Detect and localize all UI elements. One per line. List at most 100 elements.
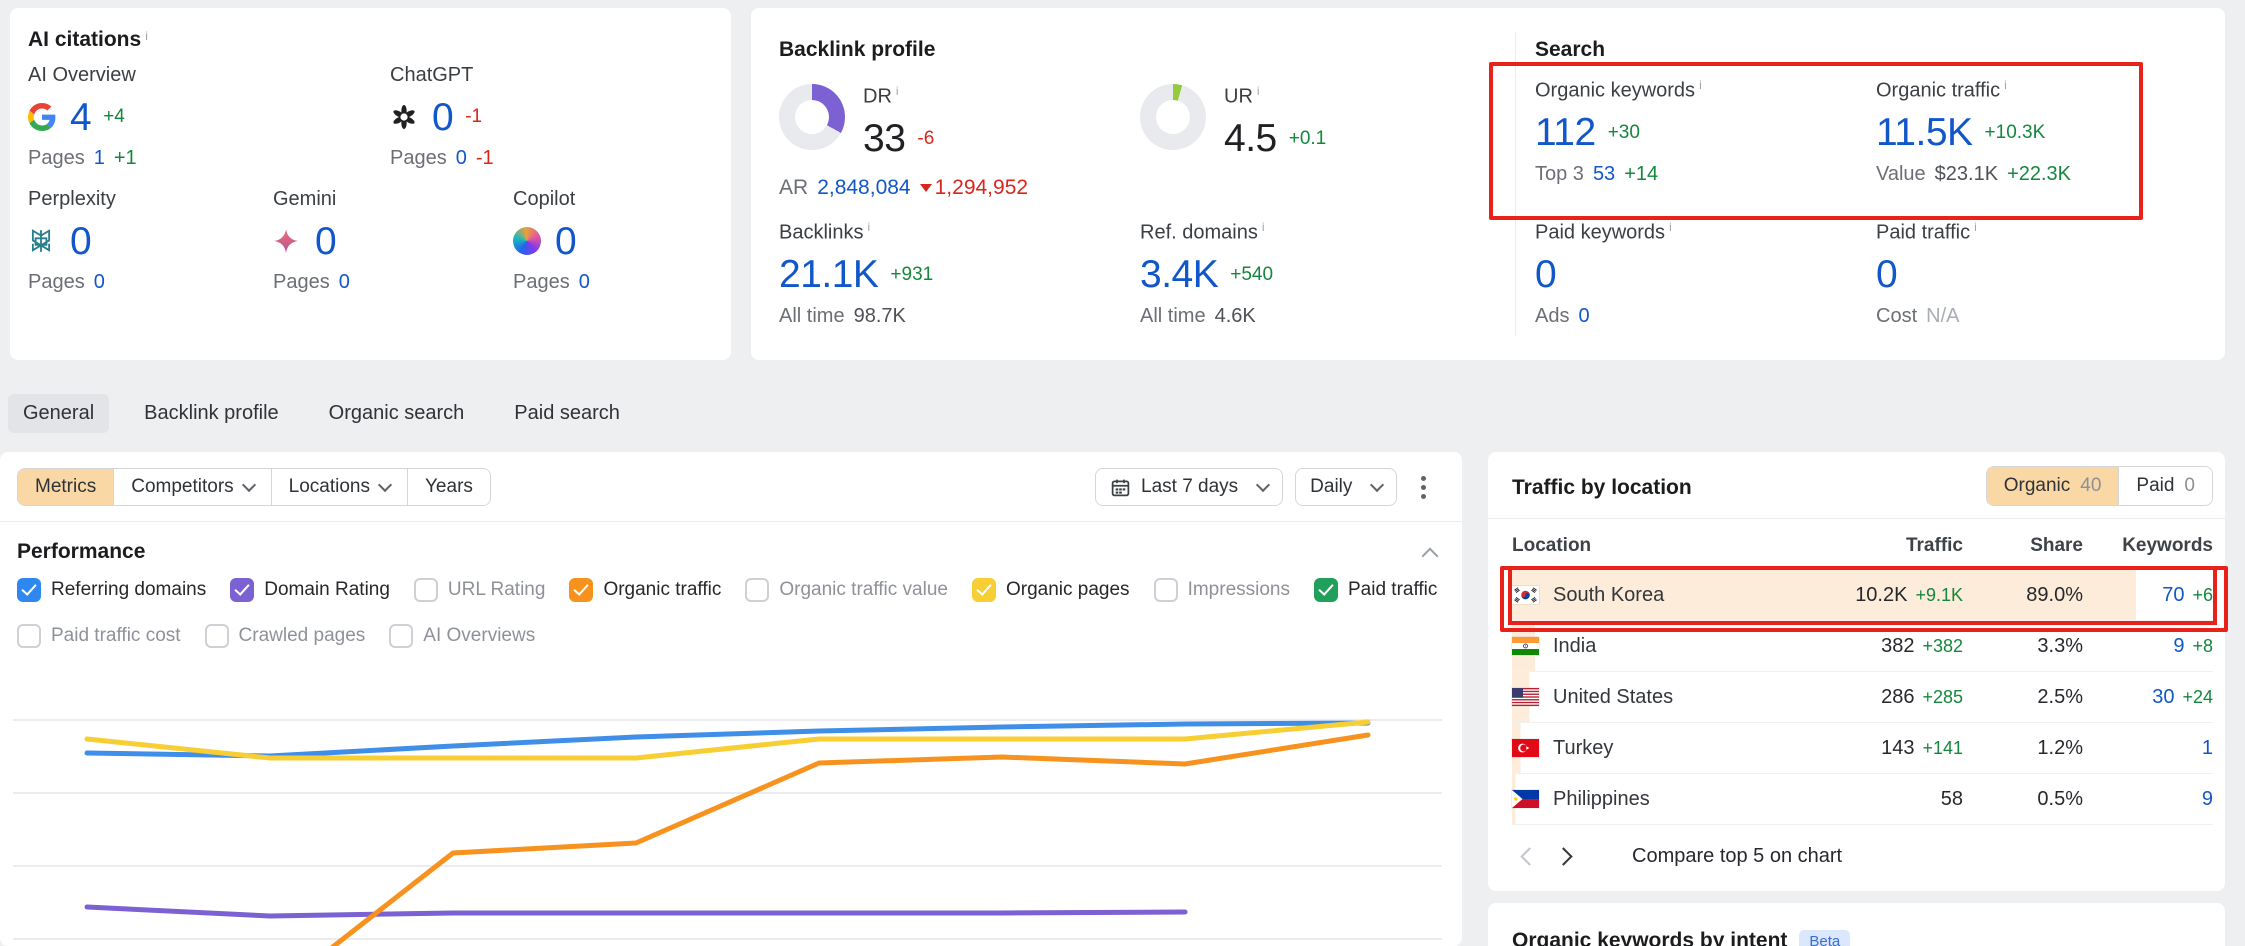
checkbox[interactable] — [1314, 578, 1338, 602]
info-icon[interactable]: i — [896, 84, 899, 98]
filter-button-metrics[interactable]: Metrics — [18, 469, 113, 505]
checkbox[interactable] — [17, 624, 41, 648]
table-row-india[interactable]: India382+3823.3%9+8 — [1512, 621, 2213, 672]
backlinks-stat: Backlinksi21.1K+931All time98.7K — [779, 220, 933, 328]
tab-paid-search[interactable]: Paid search — [499, 394, 635, 433]
metric-checkbox-crawled-pages[interactable]: Crawled pages — [205, 624, 366, 648]
info-icon[interactable]: i — [1257, 84, 1260, 98]
location-name: United States — [1553, 686, 1673, 709]
table-row-turkey[interactable]: Turkey143+1411.2%1 — [1512, 723, 2213, 774]
ai-value-row: 4+4 — [28, 95, 390, 139]
ai-citations-card: AI citationsi AI Overview4+4Pages1+1Chat… — [10, 8, 731, 360]
pages-text: 0 — [456, 147, 467, 170]
checkbox[interactable] — [205, 624, 229, 648]
stat-value: 0 — [1876, 255, 1897, 294]
checkbox[interactable] — [230, 578, 254, 602]
tab-organic-search[interactable]: Organic search — [314, 394, 480, 433]
table-pagination: Compare top 5 on chart — [1512, 834, 1842, 878]
toggle-organic[interactable]: Organic40 — [1987, 467, 2119, 505]
stat-label: Organic traffici — [1876, 78, 2071, 103]
more-options-icon[interactable] — [1415, 470, 1432, 505]
filter-button-label: Metrics — [35, 476, 96, 498]
info-icon[interactable]: i — [1699, 78, 1702, 92]
checkbox[interactable] — [1154, 578, 1178, 602]
keywords-by-intent-card: Organic keywords by intent Beta — [1488, 903, 2225, 946]
filter-button-competitors[interactable]: Competitors — [113, 469, 270, 505]
table-row-philippines[interactable]: Philippines580.5%9 — [1512, 774, 2213, 825]
checkbox[interactable] — [17, 578, 41, 602]
checkbox[interactable] — [972, 578, 996, 602]
tab-backlink-profile[interactable]: Backlink profile — [129, 394, 294, 433]
info-icon[interactable]: i — [1974, 220, 1977, 234]
stat-value: 4.5 — [1224, 119, 1277, 158]
url-rating-stat: URi4.5+0.1 — [1140, 84, 1326, 161]
column-header-keywords: Keywords — [2083, 535, 2213, 557]
paid-traffic-stat: Paid traffici0CostN/A — [1876, 220, 1977, 328]
metric-checkbox-impressions[interactable]: Impressions — [1154, 578, 1290, 602]
copilot-icon — [513, 226, 543, 256]
toggle-paid[interactable]: Paid0 — [2118, 467, 2212, 505]
stat-value-row: 33-6 — [863, 117, 934, 161]
domain-rating-stat: DRi33-6 — [779, 84, 934, 161]
metric-label: Organic traffic value — [779, 579, 948, 601]
prev-page-icon[interactable] — [1512, 839, 1546, 873]
chevron-down-icon — [242, 478, 256, 492]
stat-sub-text: Cost — [1876, 305, 1917, 328]
date-range-button[interactable]: Last 7 days — [1095, 468, 1283, 506]
traffic-value: 143 — [1881, 737, 1914, 760]
keywords-cell: 9 — [2083, 788, 2213, 811]
location-cell: United States — [1512, 686, 1783, 709]
metric-checkbox-organic-traffic-value[interactable]: Organic traffic value — [745, 578, 948, 602]
pages-row: Pages0 — [28, 271, 273, 294]
filter-button-years[interactable]: Years — [407, 469, 490, 505]
traffic-cell: 143+141 — [1783, 737, 1963, 760]
pages-text: Pages — [28, 147, 85, 170]
table-row-united-states[interactable]: United States286+2852.5%30+24 — [1512, 672, 2213, 723]
next-page-icon[interactable] — [1546, 839, 1580, 873]
date-controls: Last 7 days Daily — [1095, 468, 1432, 506]
metric-checkbox-url-rating[interactable]: URL Rating — [414, 578, 546, 602]
performance-card: Metrics CompetitorsLocationsYears Last 7 … — [0, 452, 1462, 946]
section-divider — [1515, 32, 1516, 336]
metric-checkbox-ai-overviews[interactable]: AI Overviews — [389, 624, 535, 648]
metric-label: Referring domains — [51, 579, 206, 601]
info-icon[interactable]: i — [2004, 78, 2007, 92]
checkbox[interactable] — [389, 624, 413, 648]
stat-sub-text: Top 3 — [1535, 163, 1584, 186]
citations-value: 0 — [315, 222, 336, 261]
metric-checkbox-organic-traffic[interactable]: Organic traffic — [569, 578, 721, 602]
checkbox[interactable] — [569, 578, 593, 602]
table-row-south-korea[interactable]: South Korea10.2K+9.1K89.0%70+6 — [1512, 570, 2213, 621]
ai-citations-row-1: AI Overview4+4Pages1+1ChatGPT0-1Pages0-1 — [28, 64, 713, 170]
keywords-value: 30 — [2152, 686, 2174, 709]
compare-top5-link[interactable]: Compare top 5 on chart — [1632, 845, 1842, 868]
stat-value: 21.1K — [779, 255, 878, 294]
info-icon[interactable]: i — [1262, 220, 1265, 234]
traffic-cell: 382+382 — [1783, 635, 1963, 658]
location-name: South Korea — [1553, 584, 1664, 607]
info-icon[interactable]: i — [867, 220, 870, 234]
metric-checkbox-paid-traffic-cost[interactable]: Paid traffic cost — [17, 624, 181, 648]
calendar-icon — [1110, 477, 1131, 498]
traffic-by-location-title: Traffic by location — [1512, 476, 1692, 500]
chart-line-organic-pages — [87, 722, 1368, 758]
organic-traffic-stat: Organic traffici11.5K+10.3KValue$23.1K+2… — [1876, 78, 2071, 186]
metric-checkbox-domain-rating[interactable]: Domain Rating — [230, 578, 390, 602]
collapse-section-icon[interactable] — [1424, 544, 1436, 567]
checkbox[interactable] — [745, 578, 769, 602]
ai-source-label: AI Overview — [28, 64, 390, 87]
metric-checkbox-referring-domains[interactable]: Referring domains — [17, 578, 206, 602]
granularity-button[interactable]: Daily — [1295, 468, 1397, 506]
filter-button-locations[interactable]: Locations — [271, 469, 407, 505]
info-icon[interactable]: i — [145, 29, 148, 43]
share-value: 0.5% — [1963, 788, 2083, 811]
info-icon[interactable]: i — [1669, 220, 1672, 234]
metric-checkbox-paid-traffic[interactable]: Paid traffic — [1314, 578, 1437, 602]
metric-label: Paid traffic — [1348, 579, 1437, 601]
overview-tabs: General Backlink profile Organic search Pai… — [8, 394, 635, 433]
checkbox[interactable] — [414, 578, 438, 602]
tab-general[interactable]: General — [8, 394, 109, 433]
stat-value: 3.4K — [1140, 255, 1218, 294]
metric-checkbox-organic-pages[interactable]: Organic pages — [972, 578, 1130, 602]
pages-text: Pages — [513, 271, 570, 294]
